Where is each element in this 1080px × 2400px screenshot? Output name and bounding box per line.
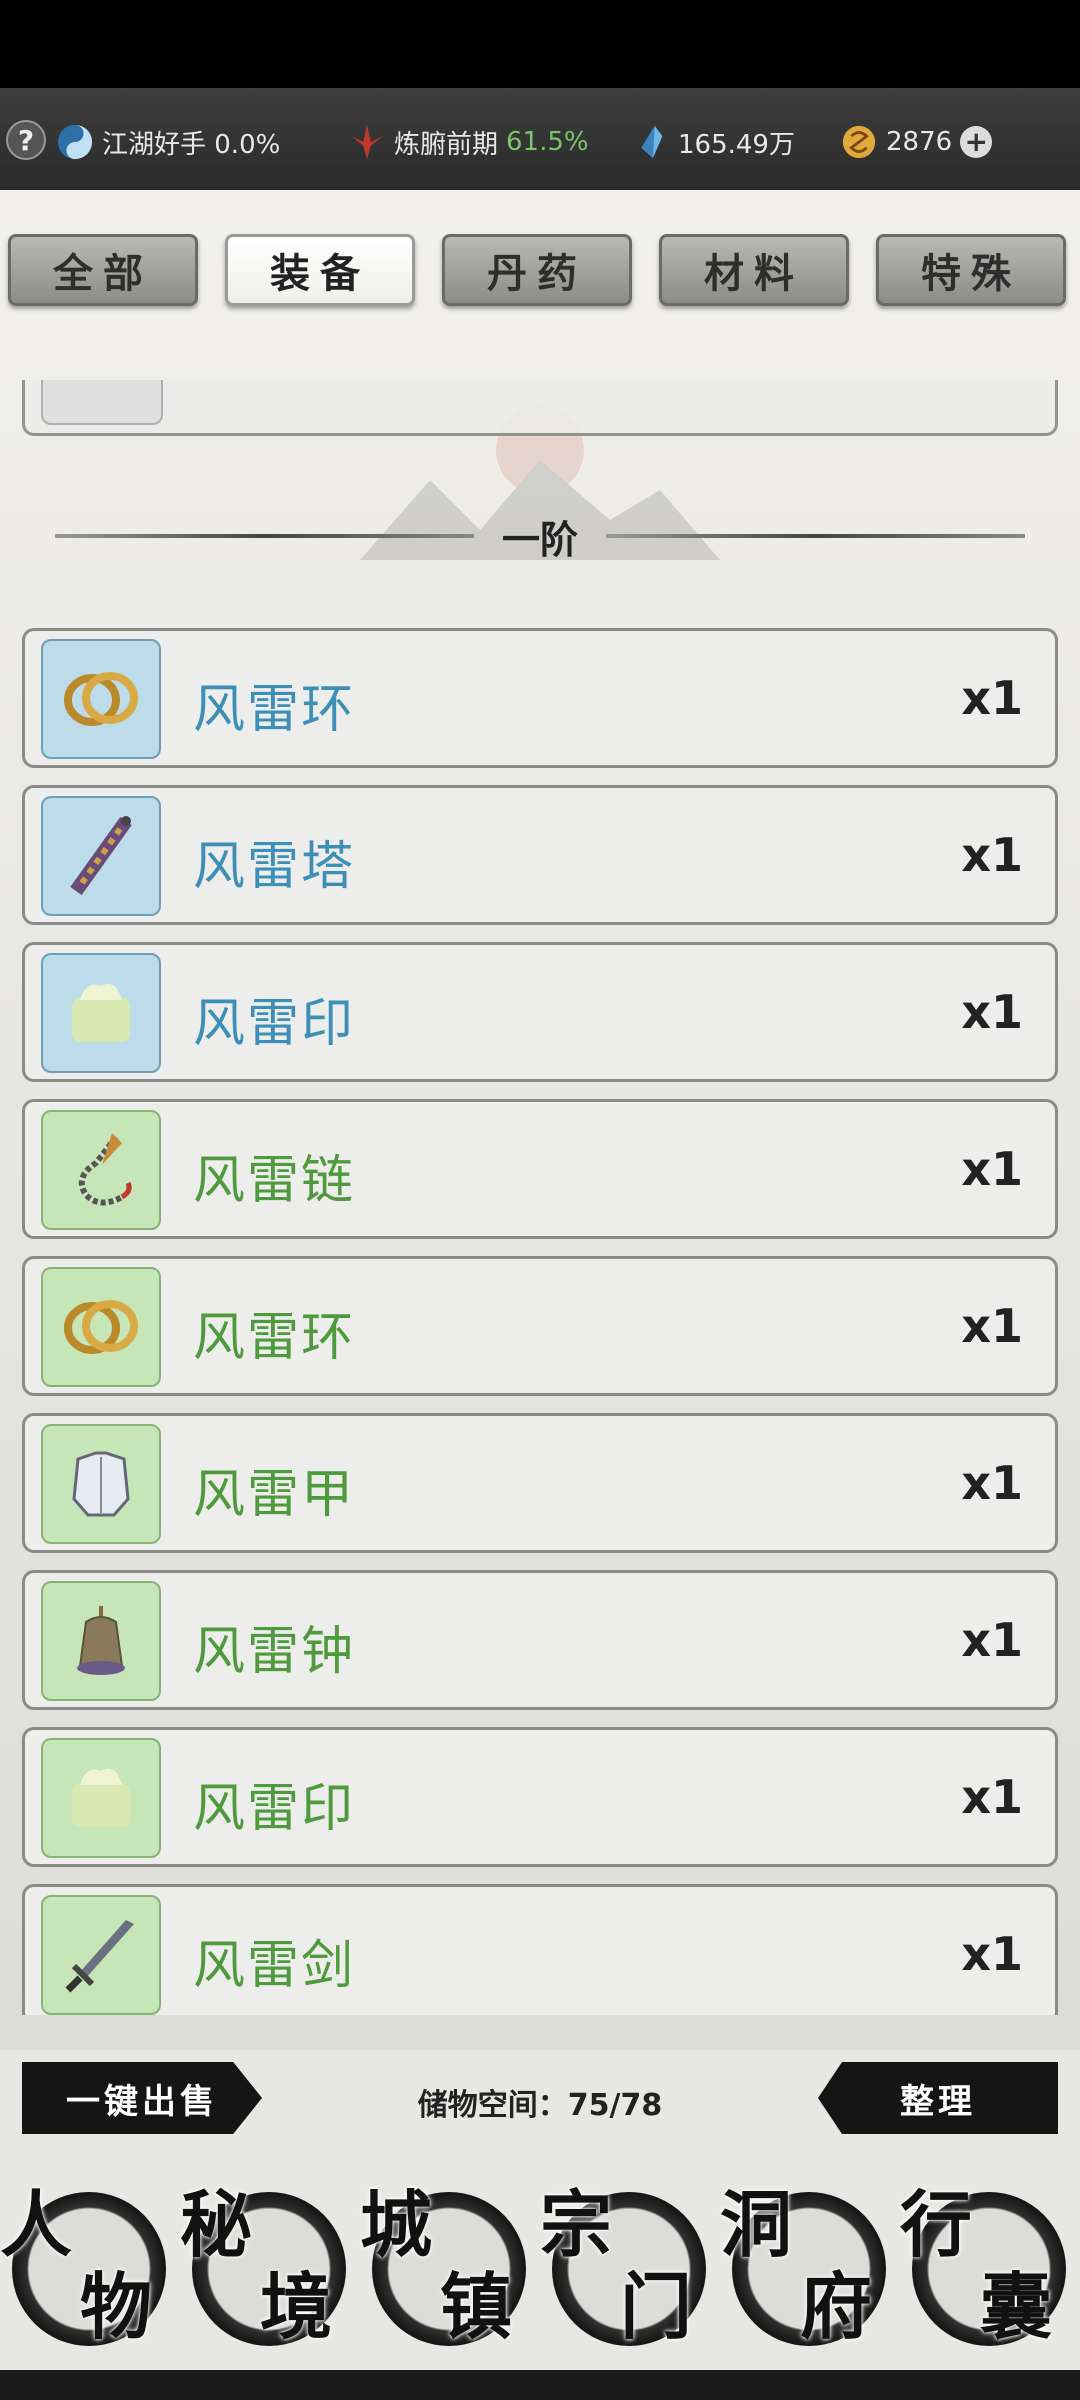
list-item[interactable]: 风雷印 x1 [22,942,1058,1082]
item-thumbnail [41,1267,161,1387]
seal-icon [72,983,130,1042]
gesture-bar [0,2370,1080,2400]
nav-label-char1: 洞 [720,2182,793,2267]
tab-equipment[interactable]: 装备 [225,234,415,306]
list-item[interactable]: 风雷剑 x1 [22,1884,1058,2015]
item-quantity: x1 [961,828,1023,882]
item-name: 风雷环 [193,680,356,740]
sword-icon [65,1920,134,1993]
item-quantity: x1 [961,1142,1023,1196]
system-status-bar [0,0,1080,88]
coin-stat: 2876 + [840,122,993,162]
rank-text: 江湖好手 0.0% [102,129,281,160]
item-name: 风雷印 [193,1779,356,1839]
item-thumbnail [41,796,161,916]
divider-line [55,534,474,538]
tier-divider: 一阶 [55,516,1026,562]
sort-button[interactable]: 整理 [818,2062,1058,2134]
item-thumbnail [41,1581,161,1701]
item-thumbnail [41,639,161,759]
nav-cave-abode[interactable]: 洞 府 [720,2182,894,2354]
list-item[interactable]: 风雷环 x1 [22,628,1058,768]
nav-character[interactable]: 人 物 [0,2182,174,2354]
list-item[interactable]: 风雷塔 x1 [22,785,1058,925]
realm-percent: 61.5% [506,127,589,157]
tab-all[interactable]: 全部 [8,234,198,306]
list-item[interactable]: 风雷环 x1 [22,1256,1058,1396]
item-thumbnail [41,1738,161,1858]
coin-icon [842,125,876,159]
spirit-stone-amount: 165.49万 [678,129,795,160]
item-quantity: x1 [961,1456,1023,1510]
taiji-icon [57,124,93,160]
coin-amount: 2876 [886,127,953,157]
item-thumbnail [41,1110,161,1230]
tier-title: 一阶 [502,516,579,562]
help-button[interactable]: ? [6,120,46,160]
tab-pills[interactable]: 丹药 [442,234,632,306]
nav-sect[interactable]: 宗 门 [540,2182,714,2354]
item-thumbnail [41,953,161,1073]
item-name: 风雷剑 [193,1936,356,1996]
resource-bar: ? 江湖好手 0.0% 炼腑前期 61.5% 165.49万 2876 + [0,88,1080,190]
nav-label-char2: 府 [800,2264,873,2349]
item-thumbnail [41,380,163,425]
item-quantity: x1 [961,985,1023,1039]
tab-special[interactable]: 特殊 [876,234,1066,306]
item-name: 风雷塔 [193,837,356,897]
realm-stat: 炼腑前期 61.5% [348,122,589,162]
rank-stat: 江湖好手 0.0% [56,122,280,162]
nav-bag[interactable]: 行 囊 [900,2182,1074,2354]
nav-label-char2: 囊 [980,2264,1053,2349]
chain-icon [78,1133,132,1206]
seal-icon [72,1768,130,1827]
item-quantity: x1 [961,1299,1023,1353]
list-item[interactable]: 风雷链 x1 [22,1099,1058,1239]
bell-icon [77,1606,125,1675]
category-tabs: 全部 装备 丹药 材料 特殊 [0,234,1080,306]
item-name: 风雷钟 [193,1622,356,1682]
spirit-stone-icon [641,125,663,159]
inventory-footer: 一键出售 储物空间：75/78 整理 [0,2062,1080,2134]
list-item[interactable]: 风雷甲 x1 [22,1413,1058,1553]
item-quantity: x1 [961,1927,1023,1981]
realm-icon [351,124,383,160]
ring-icon [64,672,138,726]
item-name: 风雷甲 [193,1465,356,1525]
item-name: 风雷环 [193,1308,356,1368]
nav-label-char2: 物 [80,2264,153,2349]
nav-town[interactable]: 城 镇 [360,2182,534,2354]
tower-icon [70,816,132,896]
inventory-list[interactable]: 一阶 风雷环 x1 风雷塔 x1 风雷印 x1 风雷链 x1 风雷环 x1 风雷… [0,380,1080,2015]
divider-line [606,534,1026,538]
list-item[interactable]: 风雷印 x1 [22,1727,1058,1867]
spirit-stone-stat: 165.49万 [632,122,795,162]
nav-label-char1: 秘 [180,2182,253,2267]
nav-secret-realm[interactable]: 秘 境 [180,2182,354,2354]
nav-label-char2: 镇 [440,2264,513,2349]
nav-label-char1: 宗 [540,2182,613,2267]
item-thumbnail [41,1424,161,1544]
list-item-partial[interactable] [22,380,1058,436]
item-name: 风雷链 [193,1151,356,1211]
realm-name: 炼腑前期 [394,129,499,160]
nav-label-char1: 城 [360,2182,433,2267]
nav-label-char1: 人 [0,2182,73,2267]
armor-icon [72,1451,130,1517]
item-quantity: x1 [961,1613,1023,1667]
item-quantity: x1 [961,671,1023,725]
ring-icon [64,1300,138,1354]
add-coins-button[interactable]: + [960,126,993,158]
item-quantity: x1 [961,1770,1023,1824]
list-item[interactable]: 风雷钟 x1 [22,1570,1058,1710]
nav-label-char1: 行 [900,2182,973,2267]
tab-materials[interactable]: 材料 [659,234,849,306]
nav-label-char2: 境 [260,2264,333,2349]
item-thumbnail [41,1895,161,2015]
item-name: 风雷印 [193,994,356,1054]
bottom-navigation: 人 物 秘 境 城 镇 宗 门 洞 府 行 囊 [0,2170,1080,2370]
nav-label-char2: 门 [620,2264,693,2349]
